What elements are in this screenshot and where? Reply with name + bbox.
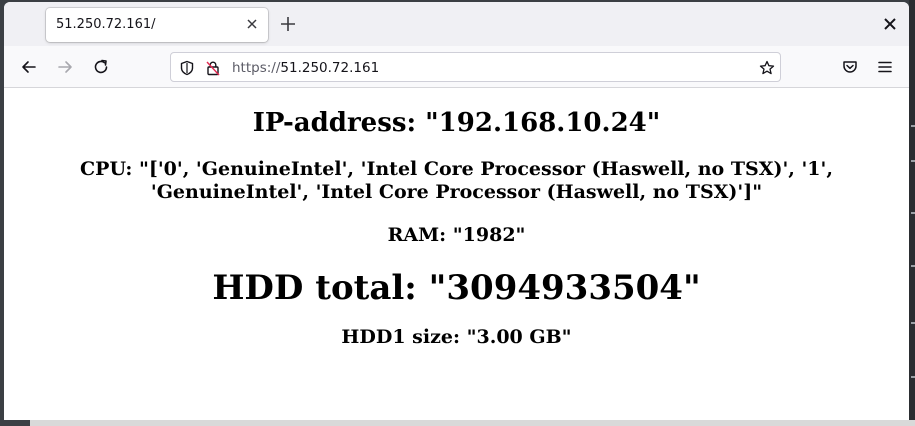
arrow-right-icon[interactable] [56, 58, 74, 76]
plus-icon[interactable] [279, 15, 297, 33]
tab-strip: 51.250.72.161/ [4, 2, 909, 46]
shield-icon[interactable] [179, 60, 195, 76]
arrow-left-icon[interactable] [20, 58, 38, 76]
hdd1-size-heading: HDD1 size: "3.00 GB" [341, 326, 572, 348]
url-host: 51.250.72.161 [280, 60, 380, 76]
cpu-heading: CPU: "['0', 'GenuineIntel', 'Intel Core … [80, 158, 833, 203]
close-icon[interactable] [244, 16, 260, 32]
desktop-background-strip [909, 0, 915, 426]
lock-icon[interactable] [205, 60, 221, 76]
tab-title: 51.250.72.161/ [56, 17, 156, 32]
reload-icon[interactable] [92, 58, 110, 76]
tab-active[interactable]: 51.250.72.161/ [46, 8, 268, 42]
star-icon[interactable] [759, 60, 775, 76]
page-content: IP-address: "192.168.10.24" CPU: "['0', … [4, 88, 909, 420]
address-bar[interactable]: https://51.250.72.161 [170, 52, 781, 82]
navigation-bar: https://51.250.72.161 [4, 46, 909, 88]
browser-window: 51.250.72.161/ https://51.250.72.161 IP-… [4, 2, 909, 420]
ram-heading: RAM: "1982" [387, 224, 526, 246]
hdd-total-heading: HDD total: "3094933504" [212, 268, 701, 308]
desktop-background-bottom [0, 420, 915, 426]
hamburger-icon[interactable] [876, 58, 894, 76]
url-scheme: https:// [232, 60, 281, 76]
url-text[interactable]: https://51.250.72.161 [232, 60, 379, 76]
pocket-icon[interactable] [841, 58, 859, 76]
close-icon[interactable] [883, 17, 897, 31]
ip-address-heading: IP-address: "192.168.10.24" [252, 108, 661, 138]
